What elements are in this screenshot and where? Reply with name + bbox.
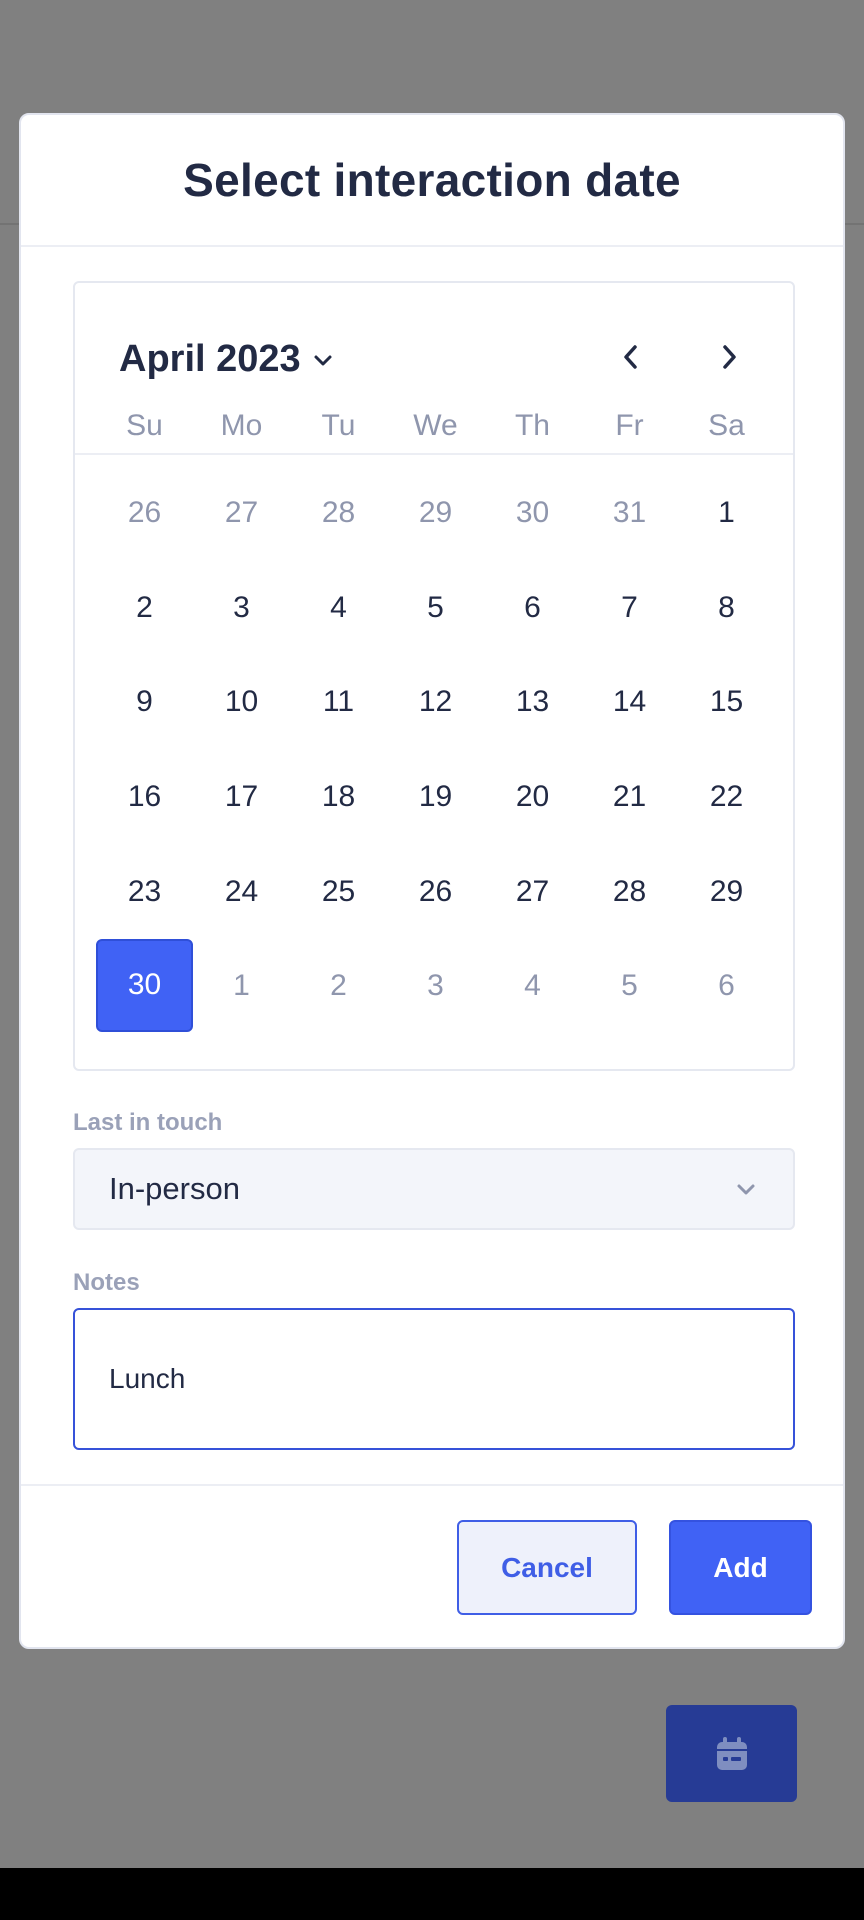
notes-label: Notes (73, 1269, 140, 1296)
calendar-day[interactable]: 29 (678, 844, 775, 939)
weekday-label: Sa (708, 409, 745, 442)
chevron-down-icon (314, 355, 332, 365)
calendar-day[interactable]: 6 (678, 939, 775, 1034)
calendar-day[interactable]: 9 (96, 655, 193, 750)
calendar-day[interactable]: 27 (484, 844, 581, 939)
calendar-day[interactable]: 31 (581, 466, 678, 561)
calendar-day[interactable]: 14 (581, 655, 678, 750)
calendar-day[interactable]: 4 (290, 561, 387, 656)
last-in-touch-label: Last in touch (73, 1109, 223, 1136)
weekday-label: Tu (321, 409, 356, 442)
weekday-header-row: Su Mo Tu We Th Fr Sa (75, 401, 793, 455)
weekday-label: Th (514, 409, 550, 442)
weekday-label: Mo (220, 409, 263, 442)
interaction-type-value: In-person (109, 1171, 240, 1206)
calendar-day[interactable]: 7 (581, 561, 678, 656)
calendar-day[interactable]: 1 (193, 939, 290, 1034)
calendar-day[interactable]: 18 (290, 750, 387, 845)
calendar-day[interactable]: 13 (484, 655, 581, 750)
modal-header: Select interaction date (21, 115, 843, 247)
calendar-day[interactable]: 16 (96, 750, 193, 845)
interaction-date-modal: Select interaction date April 2023 Su Mo… (19, 113, 845, 1649)
calendar-day[interactable]: 3 (387, 939, 484, 1034)
calendar-day[interactable]: 11 (290, 655, 387, 750)
calendar-day[interactable]: 28 (581, 844, 678, 939)
month-year-label: April 2023 (119, 338, 301, 380)
calendar-day[interactable]: 10 (193, 655, 290, 750)
calendar-header: April 2023 (75, 283, 793, 403)
weekday-label: We (413, 409, 458, 442)
calendar-day[interactable]: 29 (387, 466, 484, 561)
calendar-day[interactable]: 28 (290, 466, 387, 561)
calendar-day[interactable]: 27 (193, 466, 290, 561)
calendar-day[interactable]: 19 (387, 750, 484, 845)
calendar-day[interactable]: 30 (484, 466, 581, 561)
weekday-label: Su (126, 409, 163, 442)
chevron-right-icon (723, 345, 736, 369)
weekday-label: Fr (615, 409, 644, 442)
notes-input[interactable]: Lunch (73, 1308, 795, 1450)
interaction-type-select[interactable]: In-person (73, 1148, 795, 1230)
calendar-day[interactable]: 21 (581, 750, 678, 845)
calendar-day[interactable]: 8 (678, 561, 775, 656)
calendar-day[interactable]: 3 (193, 561, 290, 656)
previous-month-button[interactable] (611, 335, 651, 379)
calendar-day[interactable]: 25 (290, 844, 387, 939)
system-navigation-bar (0, 1868, 864, 1920)
calendar-day[interactable]: 20 (484, 750, 581, 845)
calendar-day[interactable]: 24 (193, 844, 290, 939)
chevron-down-icon (737, 1184, 755, 1195)
calendar-day[interactable]: 5 (387, 561, 484, 656)
calendar-day-selected[interactable]: 30 (96, 938, 193, 1032)
chevron-left-icon (624, 345, 637, 369)
calendar-day[interactable]: 5 (581, 939, 678, 1034)
calendar-fab-button[interactable] (666, 1705, 797, 1802)
calendar-day[interactable]: 2 (290, 939, 387, 1034)
next-month-button[interactable] (709, 335, 749, 379)
calendar-day[interactable]: 2 (96, 561, 193, 656)
month-year-selector[interactable]: April 2023 (119, 338, 335, 381)
calendar-day[interactable]: 26 (387, 844, 484, 939)
date-picker-calendar: April 2023 Su Mo Tu We Th Fr Sa 26 27 28… (73, 281, 795, 1071)
calendar-day[interactable]: 12 (387, 655, 484, 750)
modal-title: Select interaction date (183, 154, 681, 206)
calendar-day[interactable]: 6 (484, 561, 581, 656)
calendar-day[interactable]: 4 (484, 939, 581, 1034)
calendar-day[interactable]: 26 (96, 466, 193, 561)
calendar-day[interactable]: 1 (678, 466, 775, 561)
add-button[interactable]: Add (669, 1520, 812, 1615)
calendar-day[interactable]: 22 (678, 750, 775, 845)
modal-footer: Cancel Add (21, 1484, 843, 1647)
calendar-day[interactable]: 17 (193, 750, 290, 845)
calendar-icon (716, 1736, 747, 1770)
calendar-days-grid: 26 27 28 29 30 31 1 2 3 4 5 6 7 8 9 10 11 12 13 14 15 16 17 18 1… (96, 466, 775, 1034)
calendar-day[interactable]: 23 (96, 844, 193, 939)
calendar-day[interactable]: 15 (678, 655, 775, 750)
cancel-button[interactable]: Cancel (457, 1520, 637, 1615)
